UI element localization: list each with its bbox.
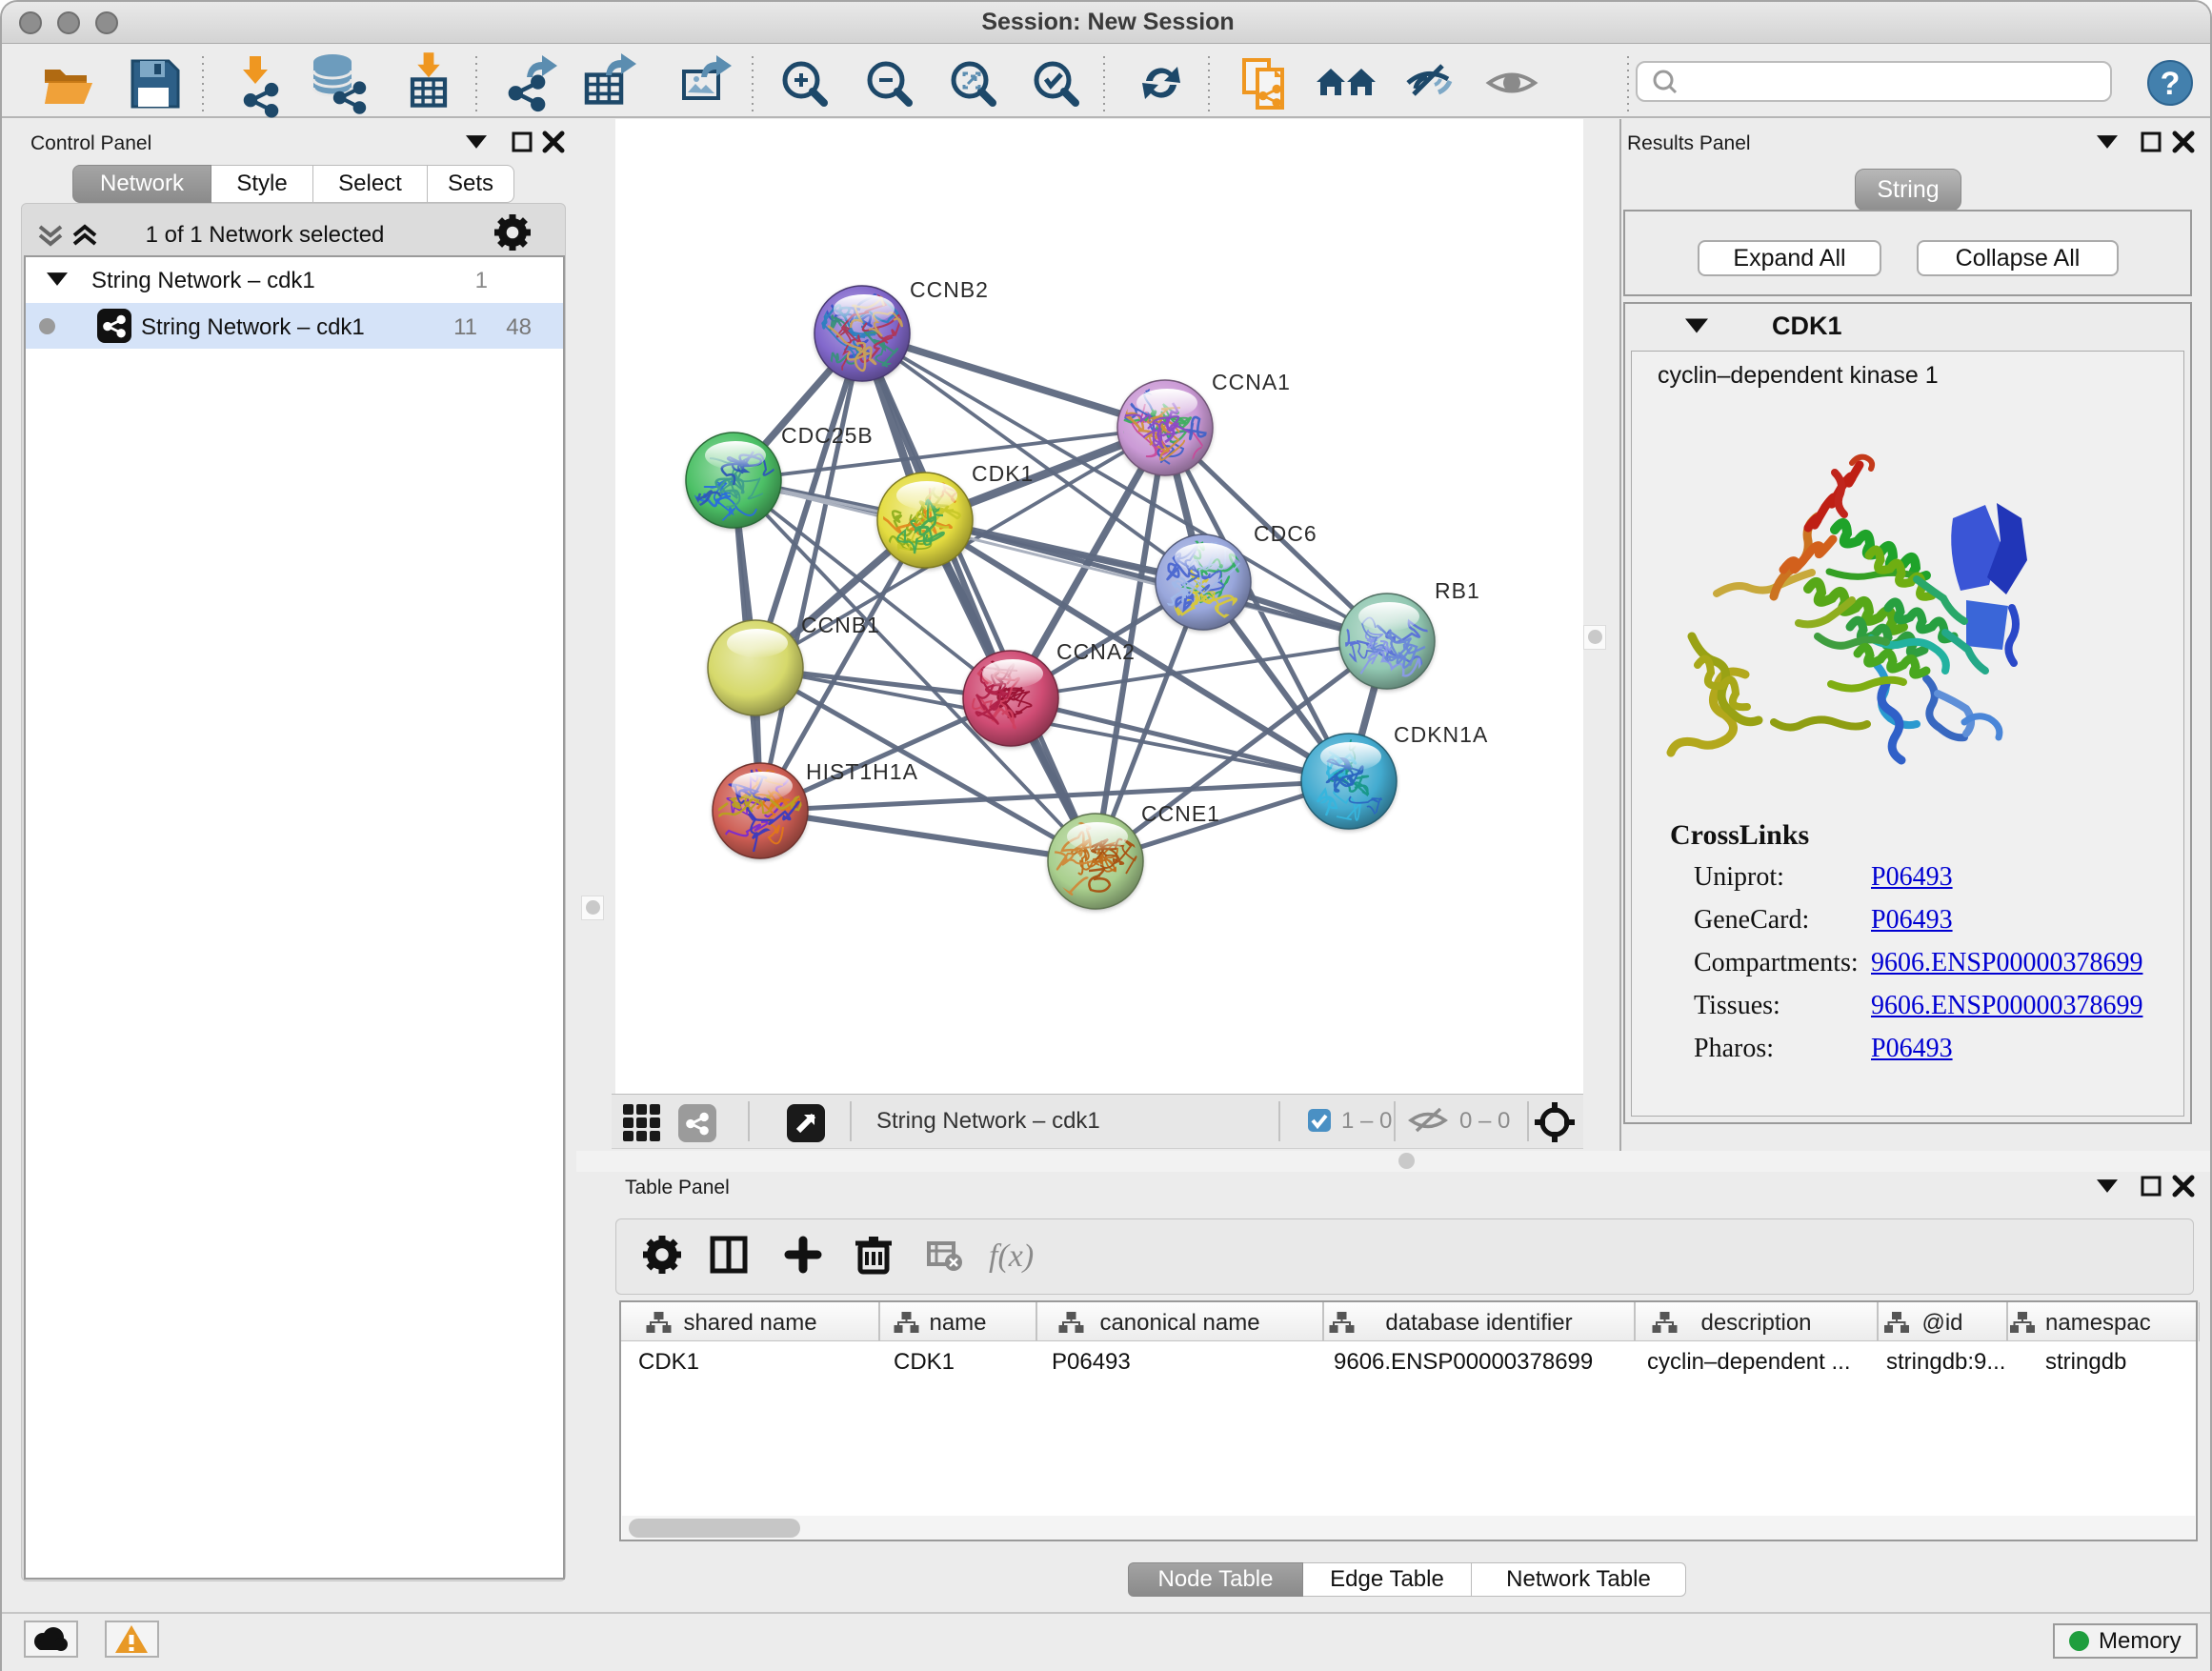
svg-text:canonical name: canonical name [1099,1310,1259,1336]
svg-text:CDC6: CDC6 [1254,521,1317,546]
svg-text:CCNA2: CCNA2 [1056,639,1136,664]
svg-text:namespac: namespac [2045,1310,2151,1336]
svg-text:CCNB1: CCNB1 [801,613,880,637]
svg-text:shared name: shared name [683,1310,816,1336]
svg-text:f(x): f(x) [989,1238,1034,1274]
svg-text:CDC25B: CDC25B [781,423,874,448]
svg-text:RB1: RB1 [1435,578,1480,603]
svg-text:HIST1H1A: HIST1H1A [806,759,918,784]
svg-text:description: description [1700,1310,1811,1336]
svg-text:CCNB2: CCNB2 [910,277,989,302]
svg-text:CDK1: CDK1 [972,461,1034,486]
svg-text:CCNE1: CCNE1 [1141,801,1220,826]
svg-text:CCNA1: CCNA1 [1212,370,1291,394]
svg-text:1 – 0: 1 – 0 [1341,1108,1392,1134]
svg-text:CDKN1A: CDKN1A [1394,722,1488,747]
svg-text:?: ? [2161,66,2181,102]
svg-text:0 – 0: 0 – 0 [1459,1108,1510,1134]
svg-text:String Network – cdk1: String Network – cdk1 [876,1108,1100,1134]
svg-text:database identifier: database identifier [1385,1310,1572,1336]
svg-text:name: name [929,1310,986,1336]
svg-text:@id: @id [1921,1310,1962,1336]
